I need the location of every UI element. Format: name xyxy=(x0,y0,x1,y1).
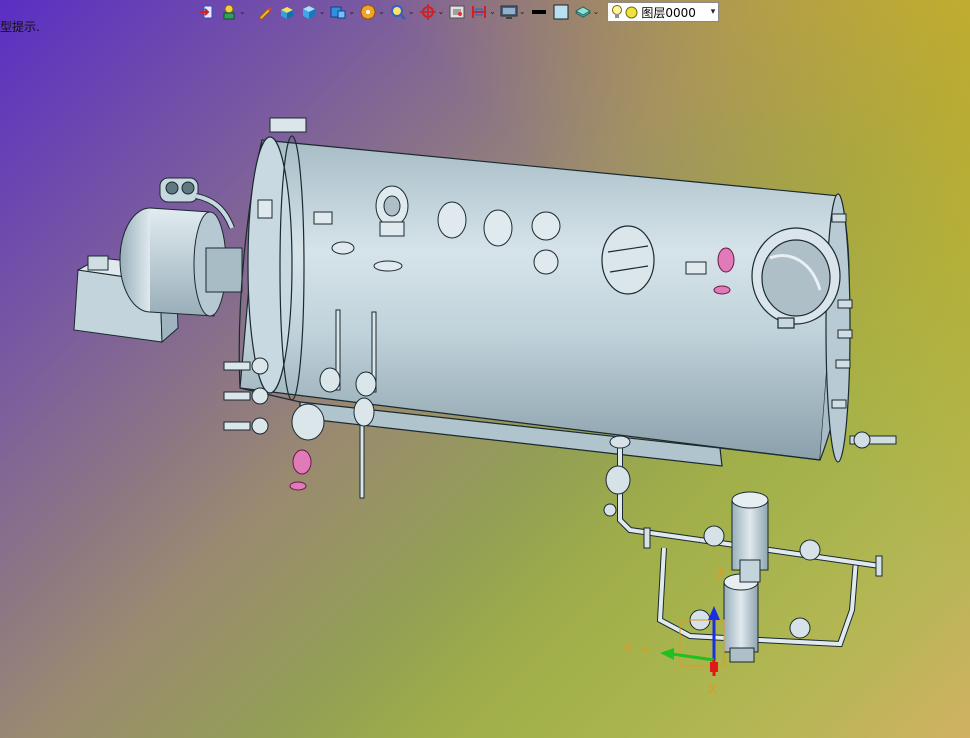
handhole xyxy=(601,225,655,295)
cad-viewport[interactable]: 型提示. ⌄ ⌄ ⌄ ⌄ ⌄ ⌄ ⌄ ⌄ ⌄ 图层0000 ▾ Y Z X xyxy=(0,0,970,738)
coordinate-triad: Y Z X xyxy=(623,569,725,698)
axis-x-label: X xyxy=(708,683,717,698)
burner-assembly[interactable] xyxy=(73,177,243,344)
boiler-3d-model[interactable]: Y Z X xyxy=(0,0,970,738)
axis-z-label: Z xyxy=(716,569,725,584)
axis-y-label: Y xyxy=(623,643,632,658)
feedwater-pumps[interactable] xyxy=(723,491,769,663)
